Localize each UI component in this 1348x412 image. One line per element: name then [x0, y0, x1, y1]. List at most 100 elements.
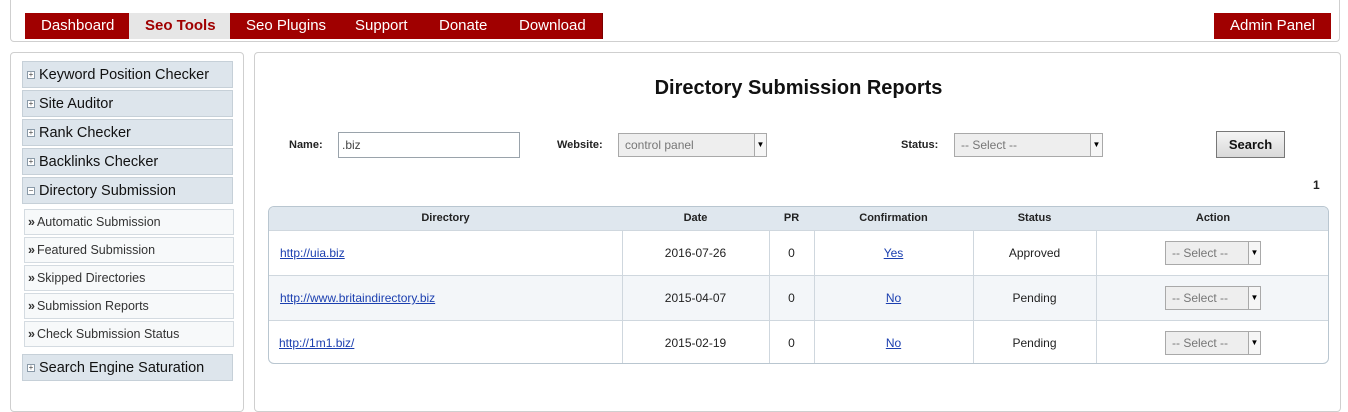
submenu-automatic-submission[interactable]: » Automatic Submission	[24, 209, 234, 235]
menu-keyword-position-checker[interactable]: + Keyword Position Checker	[22, 61, 233, 88]
results-table: Directory Date PR Confirmation Status Ac…	[268, 206, 1329, 364]
menu-label: Site Auditor	[39, 96, 114, 112]
website-select-value: control panel	[625, 138, 694, 152]
name-label: Name:	[289, 139, 323, 151]
page-title: Directory Submission Reports	[654, 77, 943, 99]
tab-seo-plugins[interactable]: Seo Plugins	[230, 13, 344, 39]
confirmation-cell: No	[814, 276, 973, 320]
directory-link[interactable]: http://1m1.biz/	[279, 336, 354, 350]
expand-icon: +	[27, 128, 35, 137]
admin-panel-button[interactable]: Admin Panel	[1214, 13, 1332, 39]
column-divider	[769, 230, 770, 363]
bullet-icon: »	[28, 243, 35, 257]
top-navigation-bar: Dashboard Seo Tools Seo Plugins Support …	[10, 0, 1340, 42]
search-button[interactable]: Search	[1216, 131, 1285, 158]
confirmation-cell: No	[814, 321, 973, 363]
menu-label: Rank Checker	[39, 125, 131, 141]
directory-cell: http://www.britaindirectory.biz	[269, 276, 622, 320]
submenu-submission-reports[interactable]: » Submission Reports	[24, 293, 234, 319]
pr-cell: 0	[788, 336, 795, 350]
column-divider	[622, 230, 623, 363]
dropdown-arrow-icon: ▼	[754, 134, 766, 156]
date-cell: 2015-02-19	[664, 336, 727, 350]
action-select-value: -- Select --	[1172, 336, 1229, 350]
action-select[interactable]: -- Select -- ▼	[1165, 286, 1261, 310]
header-status: Status	[1017, 212, 1052, 224]
menu-directory-submission[interactable]: − Directory Submission	[22, 177, 233, 204]
tab-donate[interactable]: Donate	[423, 13, 505, 39]
action-select[interactable]: -- Select -- ▼	[1165, 241, 1261, 265]
header-confirmation: Confirmation	[859, 212, 928, 224]
menu-label: Search Engine Saturation	[39, 360, 205, 376]
website-select[interactable]: control panel ▼	[618, 133, 767, 157]
submenu-label: Skipped Directories	[36, 271, 146, 285]
website-label: Website:	[557, 139, 603, 151]
bullet-icon: »	[28, 271, 35, 285]
dropdown-arrow-icon: ▼	[1248, 287, 1260, 309]
dropdown-arrow-icon: ▼	[1248, 332, 1260, 354]
expand-icon: +	[27, 99, 35, 108]
expand-icon: +	[27, 70, 35, 79]
menu-search-engine-saturation[interactable]: + Search Engine Saturation	[22, 354, 233, 381]
status-label: Status:	[901, 139, 939, 151]
table-row: http://1m1.biz/ 2015-02-19 0 No Pending …	[269, 320, 1328, 363]
status-cell: Pending	[1012, 291, 1057, 305]
confirmation-cell: Yes	[814, 231, 973, 275]
directory-cell: http://uia.biz	[269, 231, 622, 275]
confirmation-link[interactable]: Yes	[884, 246, 904, 260]
action-select-value: -- Select --	[1172, 291, 1229, 305]
menu-label: Backlinks Checker	[39, 154, 159, 170]
submenu-check-submission-status[interactable]: » Check Submission Status	[24, 321, 234, 347]
header-action: Action	[1195, 212, 1231, 224]
submenu-featured-submission[interactable]: » Featured Submission	[24, 237, 234, 263]
date-cell: 2016-07-26	[664, 246, 727, 260]
submenu-label: Automatic Submission	[36, 215, 161, 229]
header-date: Date	[683, 212, 708, 224]
page-number[interactable]: 1	[1313, 178, 1320, 192]
expand-icon: +	[27, 157, 35, 166]
menu-label: Keyword Position Checker	[39, 67, 210, 83]
collapse-icon: −	[27, 186, 35, 195]
status-cell: Approved	[1008, 246, 1061, 260]
bullet-icon: »	[28, 327, 35, 341]
table-row: http://uia.biz 2016-07-26 0 Yes Approved…	[269, 230, 1328, 275]
main-content: Directory Submission Reports Name: .biz …	[254, 52, 1341, 412]
submenu-label: Featured Submission	[36, 243, 156, 257]
directory-cell: http://1m1.biz/	[269, 321, 622, 363]
menu-backlinks-checker[interactable]: + Backlinks Checker	[22, 148, 233, 175]
submenu-label: Check Submission Status	[36, 327, 180, 341]
status-select[interactable]: -- Select -- ▼	[954, 133, 1103, 157]
menu-rank-checker[interactable]: + Rank Checker	[22, 119, 233, 146]
tab-download[interactable]: Download	[503, 13, 603, 39]
bullet-icon: »	[28, 215, 35, 229]
tab-support[interactable]: Support	[339, 13, 425, 39]
tab-dashboard[interactable]: Dashboard	[25, 13, 132, 39]
column-divider	[973, 230, 974, 363]
header-directory: Directory	[421, 212, 470, 224]
expand-icon: +	[27, 363, 35, 372]
directory-link[interactable]: http://www.britaindirectory.biz	[280, 291, 435, 305]
sidebar: + Keyword Position Checker + Site Audito…	[10, 52, 244, 412]
action-select[interactable]: -- Select -- ▼	[1165, 331, 1261, 355]
menu-label: Directory Submission	[39, 183, 176, 199]
table-row: http://www.britaindirectory.biz 2015-04-…	[269, 275, 1328, 320]
name-input[interactable]: .biz	[338, 132, 520, 158]
tab-seo-tools[interactable]: Seo Tools	[129, 13, 233, 39]
submenu-skipped-directories[interactable]: » Skipped Directories	[24, 265, 234, 291]
submenu-label: Submission Reports	[36, 299, 149, 313]
confirmation-link[interactable]: No	[886, 336, 901, 350]
bullet-icon: »	[28, 299, 35, 313]
column-divider	[814, 230, 815, 363]
directory-link[interactable]: http://uia.biz	[280, 246, 345, 260]
status-cell: Pending	[1012, 336, 1057, 350]
header-pr: PR	[783, 212, 800, 224]
column-divider	[1096, 230, 1097, 363]
date-cell: 2015-04-07	[664, 291, 727, 305]
dropdown-arrow-icon: ▼	[1248, 242, 1260, 264]
menu-site-auditor[interactable]: + Site Auditor	[22, 90, 233, 117]
pr-cell: 0	[788, 291, 795, 305]
dropdown-arrow-icon: ▼	[1090, 134, 1102, 156]
confirmation-link[interactable]: No	[886, 291, 901, 305]
pr-cell: 0	[788, 246, 795, 260]
action-select-value: -- Select --	[1172, 246, 1229, 260]
